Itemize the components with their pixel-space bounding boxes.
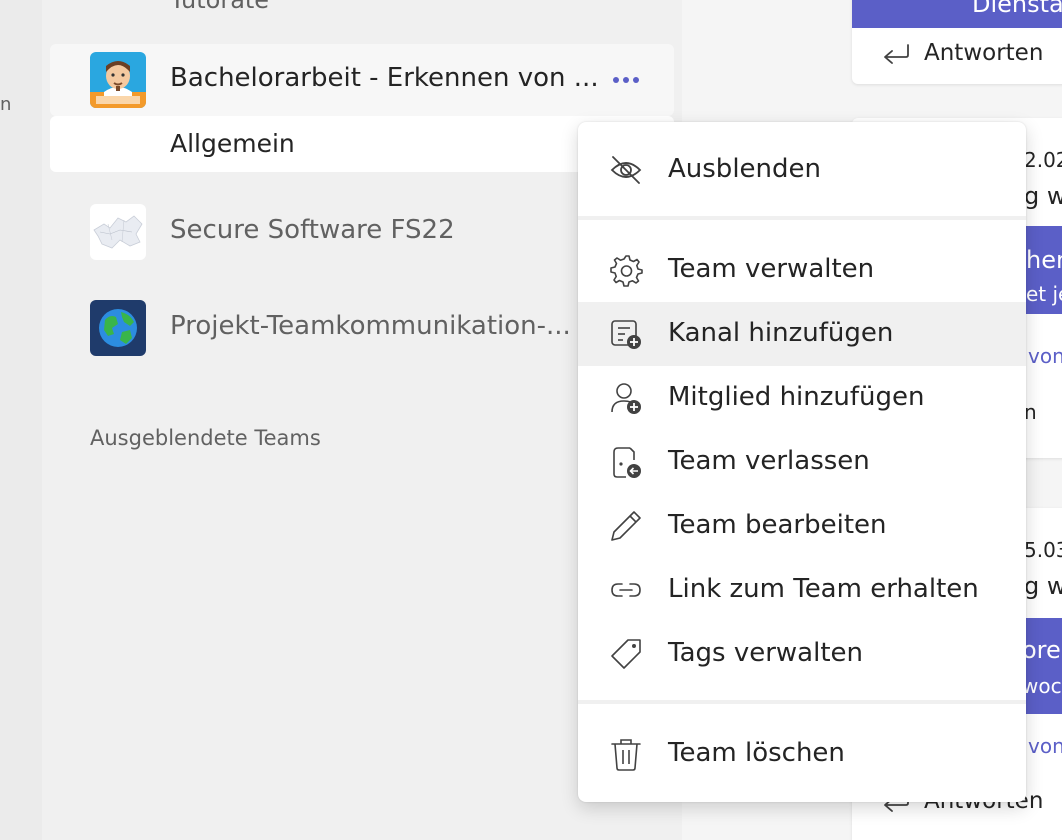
- message-text: g w: [1024, 182, 1062, 210]
- message-link[interactable]: von: [1028, 344, 1062, 368]
- menu-item-team-loeschen[interactable]: Team löschen: [578, 722, 1026, 786]
- menu-item-label: Team löschen: [668, 738, 845, 768]
- gear-icon: [610, 255, 643, 287]
- message-attachment[interactable]: hen et je: [1022, 226, 1062, 314]
- team-name: Secure Software FS22: [170, 215, 455, 245]
- banner-text: Dienstag: [972, 0, 1062, 18]
- more-dot-icon: [633, 77, 639, 83]
- shakespeare-avatar: [90, 52, 146, 108]
- eye-off-icon: [610, 156, 642, 184]
- menu-item-kanal-hinzufuegen[interactable]: Kanal hinzufügen: [578, 302, 1026, 366]
- add-channel-icon: [611, 320, 641, 349]
- more-dot-icon: [623, 77, 629, 83]
- pencil-icon: [611, 511, 641, 541]
- hidden-teams-header[interactable]: Ausgeblendete Teams: [90, 426, 321, 450]
- reply-button[interactable]: Antworten: [880, 40, 1043, 66]
- menu-item-label: Team verlassen: [668, 446, 870, 476]
- channel-name: Allgemein: [170, 129, 295, 158]
- more-options-button[interactable]: [606, 64, 646, 96]
- team-name-partial[interactable]: Tutorate: [170, 0, 269, 14]
- menu-item-label: Ausblenden: [668, 154, 821, 184]
- menu-divider: [578, 700, 1026, 704]
- message-date: 5.03: [1024, 538, 1062, 562]
- tag-icon: [611, 639, 641, 669]
- attachment-subtitle: et je: [1026, 282, 1062, 306]
- message-text: g w: [1024, 572, 1062, 600]
- team-context-menu: Ausblenden Team verwalten Kanal hinzufüg…: [578, 122, 1026, 802]
- attachment-title: orec: [1022, 636, 1062, 664]
- menu-item-team-verwalten[interactable]: Team verwalten: [578, 238, 1026, 302]
- reply-label: Antworten: [924, 40, 1044, 66]
- more-dot-icon: [613, 77, 619, 83]
- message-attachment[interactable]: orec woch: [1022, 618, 1062, 714]
- menu-item-label: Team bearbeiten: [668, 510, 887, 540]
- message-card: Dienstag Antworten: [852, 0, 1062, 84]
- menu-item-tags-verwalten[interactable]: Tags verwalten: [578, 622, 1026, 686]
- menu-item-link-zum-team[interactable]: Link zum Team erhalten: [578, 558, 1026, 622]
- left-rail: n: [0, 0, 42, 840]
- message-banner: Dienstag: [852, 0, 1062, 28]
- attachment-title: hen: [1026, 246, 1062, 274]
- trash-icon: [611, 739, 641, 771]
- menu-item-ausblenden[interactable]: Ausblenden: [578, 138, 1026, 202]
- menu-item-mitglied-hinzufuegen[interactable]: Mitglied hinzufügen: [578, 366, 1026, 430]
- reply-arrow-icon: [884, 44, 909, 64]
- link-icon: [611, 583, 641, 597]
- globe-avatar: [90, 300, 146, 356]
- map-sketch-avatar: [90, 204, 146, 260]
- rail-label-fragment[interactable]: n: [0, 94, 11, 115]
- menu-item-label: Tags verwalten: [668, 638, 863, 668]
- menu-item-label: Kanal hinzufügen: [668, 318, 894, 348]
- menu-item-label: Mitglied hinzufügen: [668, 382, 925, 412]
- team-name: Projekt-Teamkommunikation-...: [170, 311, 571, 341]
- menu-item-team-bearbeiten[interactable]: Team bearbeiten: [578, 494, 1026, 558]
- team-item-bachelorarbeit[interactable]: Bachelorarbeit - Erkennen von ...: [50, 44, 674, 116]
- menu-item-label: Link zum Team erhalten: [668, 574, 979, 604]
- team-name: Bachelorarbeit - Erkennen von ...: [170, 63, 599, 93]
- message-date: 2.02: [1024, 148, 1062, 172]
- attachment-subtitle: woch: [1022, 674, 1062, 698]
- menu-item-team-verlassen[interactable]: Team verlassen: [578, 430, 1026, 494]
- leave-team-icon: [613, 447, 641, 478]
- message-link[interactable]: von: [1028, 734, 1062, 758]
- menu-divider: [578, 216, 1026, 220]
- add-member-icon: [611, 383, 641, 414]
- menu-item-label: Team verwalten: [668, 254, 875, 284]
